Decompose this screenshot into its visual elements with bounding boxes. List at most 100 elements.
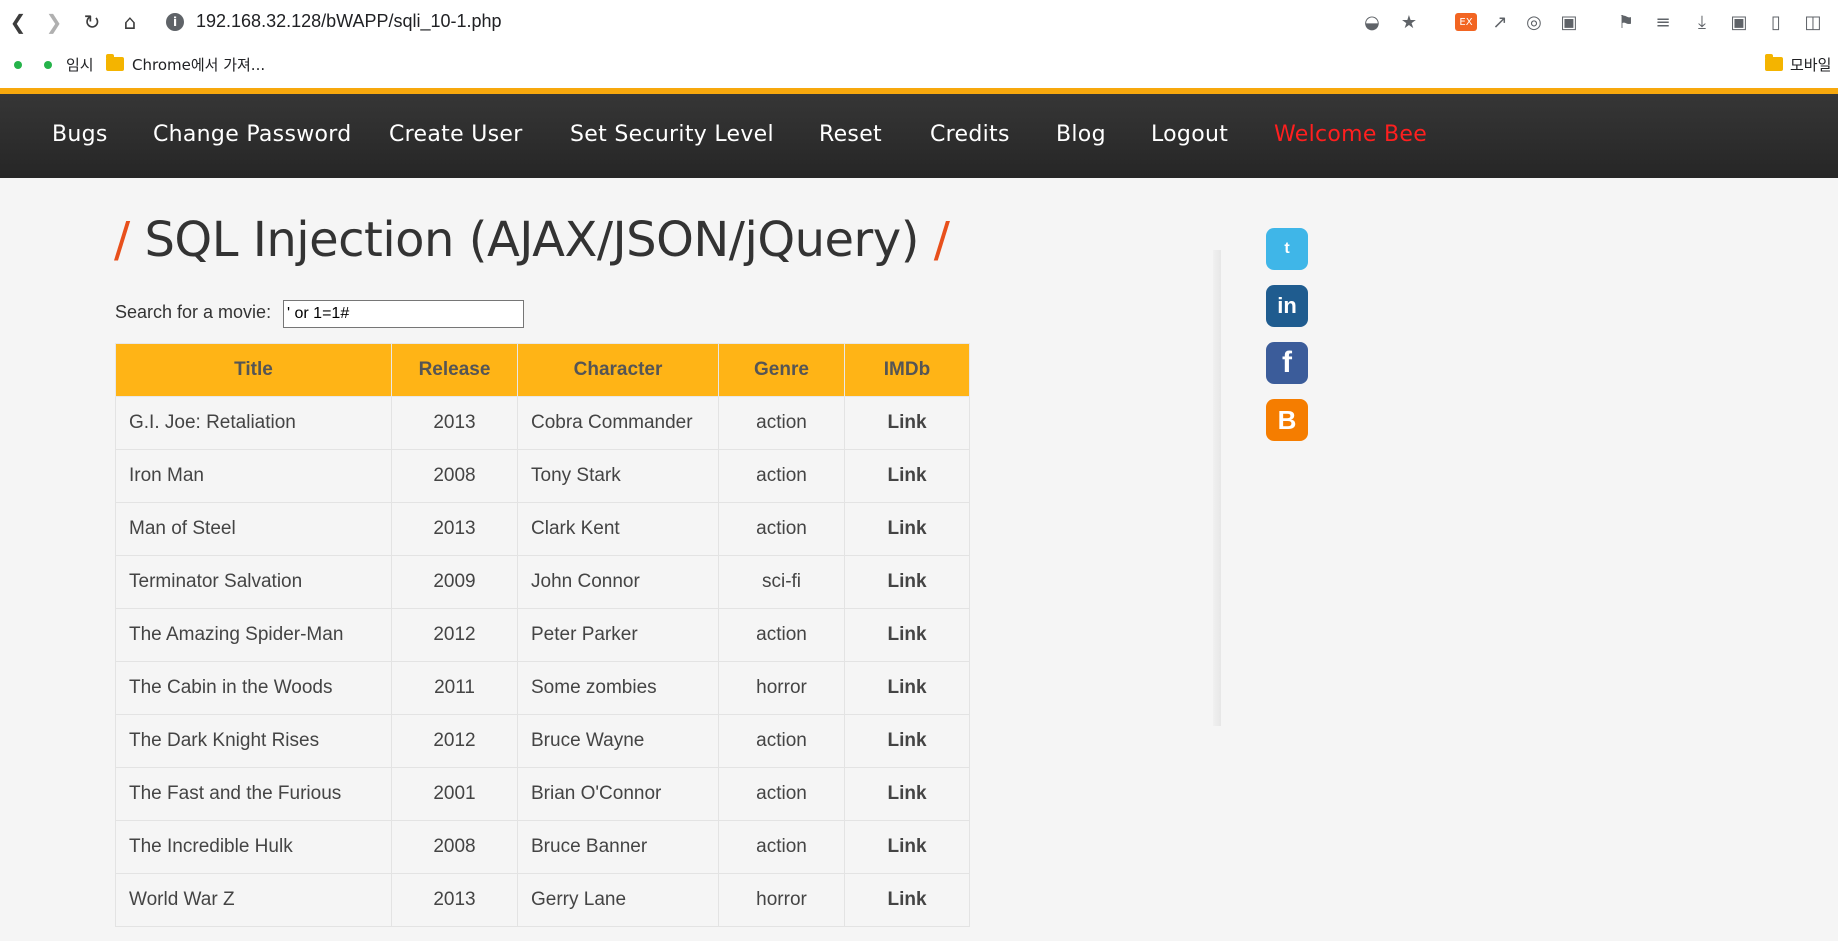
site-info-icon[interactable]: i	[166, 12, 184, 31]
cell-release: 2012	[391, 714, 518, 768]
extension-mouse-icon[interactable]: ◎	[1522, 10, 1546, 34]
cell-title: Iron Man	[115, 449, 392, 503]
imdb-link[interactable]: Link	[844, 714, 970, 768]
extension-window-icon[interactable]: ▣	[1557, 10, 1581, 34]
table-row: The Cabin in the Woods 2011 Some zombies ho…	[115, 661, 970, 715]
imdb-link[interactable]: Link	[844, 449, 970, 503]
cell-release: 2013	[391, 873, 518, 927]
cell-character: Clark Kent	[517, 502, 719, 556]
cell-title: Man of Steel	[115, 502, 392, 556]
menu-create-user[interactable]: Create User	[389, 122, 523, 147]
cell-character: Bruce Banner	[517, 820, 719, 874]
imdb-link[interactable]: Link	[844, 608, 970, 662]
header-title: Title	[115, 343, 392, 397]
header-release: Release	[391, 343, 518, 397]
url-text[interactable]: 192.168.32.128/bWAPP/sqli_10-1.php	[196, 11, 502, 32]
shield-icon[interactable]: ◒	[1360, 10, 1384, 34]
bookmark-mobile[interactable]: 모바일	[1790, 54, 1831, 75]
cell-genre: action	[718, 449, 845, 503]
reload-icon[interactable]: ↻	[78, 8, 106, 36]
home-icon[interactable]: ⌂	[116, 8, 144, 36]
imdb-link[interactable]: Link	[844, 661, 970, 715]
linkedin-icon[interactable]: in	[1266, 285, 1308, 327]
browser-toolbar: ❮ ❯ ↻ ⌂ i 192.168.32.128/bWAPP/sqli_10-1…	[0, 0, 1838, 44]
header-genre: Genre	[718, 343, 845, 397]
extension-cursor-icon[interactable]: ↗	[1488, 10, 1512, 34]
side-panel-icon[interactable]: ◫	[1801, 10, 1825, 34]
menu-credits[interactable]: Credits	[930, 122, 1010, 147]
cell-genre: sci-fi	[718, 555, 845, 609]
cell-character: Peter Parker	[517, 608, 719, 662]
table-row: The Incredible Hulk 2008 Bruce Banner actio…	[115, 820, 970, 874]
cell-genre: action	[718, 820, 845, 874]
menu-logout[interactable]: Logout	[1151, 122, 1228, 147]
extension-flag-icon[interactable]: ⚑	[1614, 10, 1638, 34]
folder-icon	[1765, 54, 1783, 71]
header-imdb: IMDb	[844, 343, 970, 397]
cell-character: John Connor	[517, 555, 719, 609]
back-icon[interactable]: ❮	[4, 8, 32, 36]
cell-character: Gerry Lane	[517, 873, 719, 927]
cell-title: The Cabin in the Woods	[115, 661, 392, 715]
extension-ex-icon[interactable]: EX	[1455, 13, 1477, 31]
cell-release: 2001	[391, 767, 518, 821]
page-title: / SQL Injection (AJAX/JSON/jQuery) /	[114, 212, 950, 268]
cell-genre: action	[718, 502, 845, 556]
search-label: Search for a movie:	[115, 302, 272, 322]
cell-genre: action	[718, 608, 845, 662]
cell-genre: action	[718, 714, 845, 768]
cell-title: The Dark Knight Rises	[115, 714, 392, 768]
imdb-link[interactable]: Link	[844, 873, 970, 927]
cell-character: Some zombies	[517, 661, 719, 715]
menu-reset[interactable]: Reset	[819, 122, 882, 147]
cell-release: 2012	[391, 608, 518, 662]
menu-bugs[interactable]: Bugs	[52, 122, 108, 147]
cell-character: Tony Stark	[517, 449, 719, 503]
movies-table: Title Release Character Genre IMDb G.I. …	[115, 343, 970, 927]
page-title-text: SQL Injection (AJAX/JSON/jQuery)	[144, 212, 919, 268]
cell-release: 2008	[391, 449, 518, 503]
table-row: Terminator Salvation 2009 John Connor sci-f…	[115, 555, 970, 609]
imdb-link[interactable]: Link	[844, 555, 970, 609]
table-header-row: Title Release Character Genre IMDb	[115, 343, 970, 397]
menu-blog[interactable]: Blog	[1056, 122, 1106, 147]
menu-change-password[interactable]: Change Password	[153, 122, 351, 147]
cell-title: Terminator Salvation	[115, 555, 392, 609]
table-row: The Dark Knight Rises 2012 Bruce Wayne acti…	[115, 714, 970, 768]
cell-character: Brian O'Connor	[517, 767, 719, 821]
bookmark-chrome-import[interactable]: Chrome에서 가져...	[132, 54, 265, 75]
screenshot-icon[interactable]: ▣	[1727, 10, 1751, 34]
folder-icon	[106, 54, 124, 71]
imdb-link[interactable]: Link	[844, 820, 970, 874]
table-row: The Fast and the Furious 2001 Brian O'Conn…	[115, 767, 970, 821]
imdb-link[interactable]: Link	[844, 396, 970, 450]
cell-character: Cobra Commander	[517, 396, 719, 450]
table-row: Iron Man 2008 Tony Stark action Link	[115, 449, 970, 503]
blogger-icon[interactable]: B	[1266, 399, 1308, 441]
bookmark-star-icon[interactable]: ★	[1397, 10, 1421, 34]
menu-set-security-level[interactable]: Set Security Level	[570, 122, 774, 147]
cell-release: 2013	[391, 502, 518, 556]
imdb-link[interactable]: Link	[844, 502, 970, 556]
cell-release: 2011	[391, 661, 518, 715]
movie-search-input[interactable]	[283, 300, 524, 328]
reader-icon[interactable]: ▯	[1764, 10, 1788, 34]
bookmark-dot-icon[interactable]	[14, 61, 22, 69]
forward-icon[interactable]: ❯	[40, 8, 68, 36]
cell-character: Bruce Wayne	[517, 714, 719, 768]
twitter-icon[interactable]: t	[1266, 228, 1308, 270]
facebook-icon[interactable]: f	[1266, 342, 1308, 384]
bookmark-temp[interactable]: 임시	[66, 54, 94, 75]
reading-list-icon[interactable]: ≡	[1651, 10, 1675, 34]
menu-welcome[interactable]: Welcome Bee	[1274, 122, 1427, 147]
address-bar[interactable]: i 192.168.32.128/bWAPP/sqli_10-1.php	[166, 5, 1346, 38]
imdb-link[interactable]: Link	[844, 767, 970, 821]
cell-genre: horror	[718, 873, 845, 927]
movies-table-body: G.I. Joe: Retaliation 2013 Cobra Commander…	[115, 396, 970, 927]
table-row: World War Z 2013 Gerry Lane horror Link	[115, 873, 970, 927]
cell-release: 2009	[391, 555, 518, 609]
cell-title: G.I. Joe: Retaliation	[115, 396, 392, 450]
download-icon[interactable]: ⤓	[1690, 10, 1714, 34]
cell-genre: action	[718, 767, 845, 821]
bookmark-dot-icon[interactable]	[44, 61, 52, 69]
